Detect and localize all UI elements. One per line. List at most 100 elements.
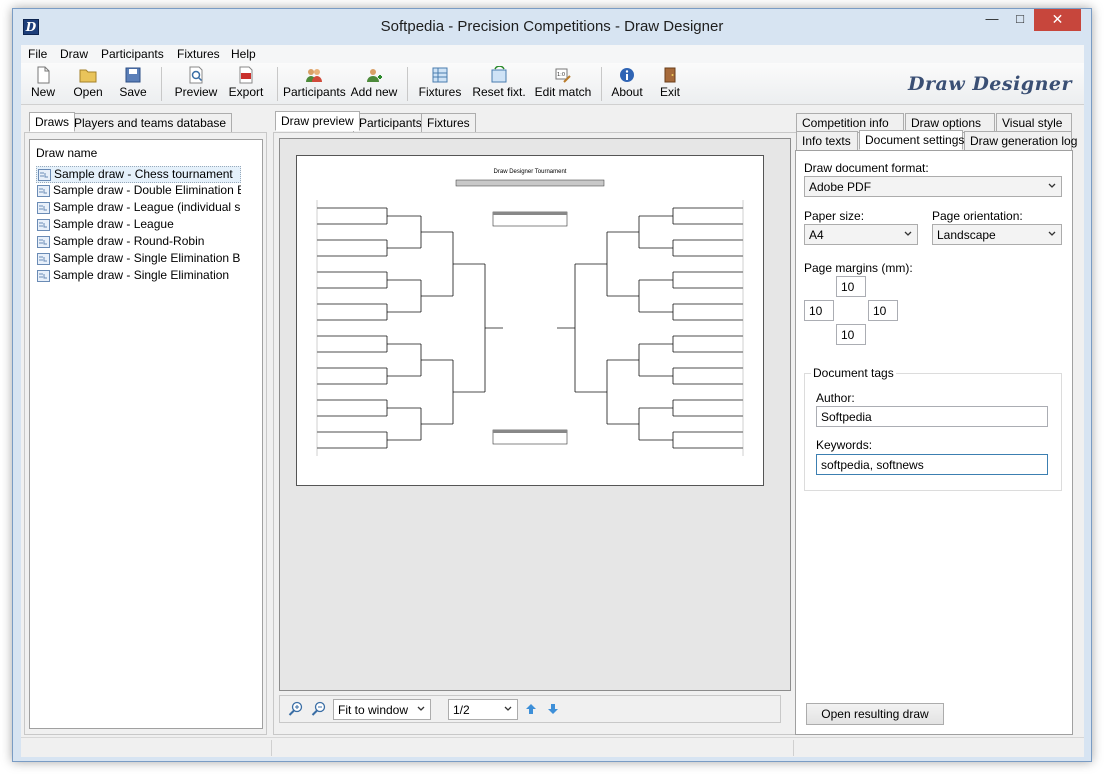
list-item[interactable]: Sample draw - Chess tournament (36, 166, 241, 183)
new-button[interactable]: New (25, 66, 61, 104)
menu-file[interactable]: File (28, 47, 47, 61)
paper-size-select[interactable]: A4 (804, 224, 918, 245)
save-label: Save (119, 85, 147, 99)
list-item[interactable]: Sample draw - Single Elimination (36, 268, 241, 285)
page-value: 1/2 (453, 703, 470, 717)
exit-button[interactable]: Exit (653, 66, 687, 104)
menu-fixtures[interactable]: Fixtures (177, 47, 220, 61)
fixtures-button[interactable]: Fixtures (417, 66, 463, 104)
list-item-label: Sample draw - League (individual sp... (53, 200, 241, 214)
close-button[interactable]: ✕ (1034, 9, 1081, 31)
zoom-select[interactable]: Fit to window (333, 699, 431, 720)
draw-document-icon (37, 253, 50, 265)
zoom-out-icon[interactable] (311, 701, 327, 717)
tab-draw-preview[interactable]: Draw preview (275, 111, 360, 131)
menu-participants[interactable]: Participants (101, 47, 164, 61)
save-button[interactable]: Save (115, 66, 151, 104)
page-select[interactable]: 1/2 (448, 699, 518, 720)
tab-info-texts[interactable]: Info texts (796, 131, 858, 151)
draw-name-column-header[interactable]: Draw name (30, 140, 262, 164)
chevron-down-icon (417, 706, 425, 711)
author-label: Author: (816, 391, 855, 405)
zoom-value: Fit to window (338, 703, 409, 717)
reset-fixtures-button[interactable]: Reset fixt. (471, 66, 527, 104)
margin-right-input[interactable]: 10 (868, 300, 898, 321)
draw-document-icon (37, 270, 50, 282)
draw-document-icon (37, 236, 50, 248)
menu-help[interactable]: Help (231, 47, 256, 61)
preview-button[interactable]: Preview (171, 66, 221, 104)
page-orientation-select[interactable]: Landscape (932, 224, 1062, 245)
chevron-down-icon (1048, 231, 1056, 236)
about-label: About (611, 85, 643, 99)
document-format-select[interactable]: Adobe PDF (804, 176, 1062, 197)
document-settings-panel: Draw document format: Adobe PDF Paper si… (795, 150, 1073, 735)
fixtures-label: Fixtures (418, 85, 462, 99)
draw-document-icon (37, 202, 50, 214)
author-input[interactable]: Softpedia (816, 406, 1048, 427)
margin-left-input[interactable]: 10 (804, 300, 834, 321)
previous-page-arrow-icon[interactable] (524, 702, 538, 716)
preview-box-stripe (493, 430, 567, 433)
document-page-preview: Draw Designer Tournament (296, 155, 764, 486)
edit-match-label: Edit match (534, 85, 592, 99)
open-label: Open (73, 85, 103, 99)
participants-button[interactable]: Participants (283, 66, 346, 104)
page-orientation-label: Page orientation: (932, 209, 1023, 223)
tab-draws[interactable]: Draws (29, 112, 76, 132)
chevron-down-icon (504, 706, 512, 711)
menu-draw[interactable]: Draw (60, 47, 88, 61)
exit-label: Exit (659, 85, 680, 99)
export-label: Export (228, 85, 264, 99)
tab-fixtures[interactable]: Fixtures (421, 113, 476, 133)
open-resulting-draw-button[interactable]: Open resulting draw (806, 703, 944, 725)
list-item[interactable]: Sample draw - League (36, 217, 241, 234)
list-item[interactable]: Sample draw - Double Elimination Blank (36, 183, 241, 200)
folder-open-icon (79, 69, 97, 83)
document-tags-title: Document tags (811, 366, 896, 380)
tab-visual-style[interactable]: Visual style (996, 113, 1072, 133)
minimize-button[interactable]: — (978, 9, 1006, 31)
list-item[interactable]: Sample draw - League (individual sp... (36, 200, 241, 217)
menu-bar: File Draw Participants Fixtures Help (21, 45, 1084, 63)
tab-draw-generation-log[interactable]: Draw generation log (964, 131, 1077, 151)
new-label: New (30, 85, 55, 99)
paper-size-value: A4 (809, 228, 824, 242)
exit-door-icon (664, 67, 676, 83)
edit-match-button[interactable]: 1:0 Edit match (533, 66, 593, 104)
export-button[interactable]: Export (223, 66, 269, 104)
chevron-down-icon (1048, 183, 1056, 188)
chevron-down-icon (904, 231, 912, 236)
reset-fixtures-label: Reset fixt. (472, 85, 526, 99)
open-button[interactable]: Open (69, 66, 107, 104)
margin-bottom-input[interactable]: 10 (836, 324, 866, 345)
preview-box-stripe (493, 212, 567, 215)
status-bar (21, 737, 1084, 757)
document-tags-group: Document tags Author: Softpedia Keywords… (804, 366, 1062, 491)
maximize-button[interactable]: □ (1006, 9, 1034, 31)
list-item-label: Sample draw - Round-Robin (53, 234, 205, 248)
status-cell (271, 740, 272, 756)
paper-size-label: Paper size: (804, 209, 865, 223)
new-document-icon (37, 66, 50, 84)
add-new-button[interactable]: Add new (349, 66, 399, 104)
list-item[interactable]: Sample draw - Single Elimination Blank (36, 251, 241, 268)
keywords-input[interactable]: softpedia, softnews (816, 454, 1048, 475)
zoom-in-icon[interactable] (288, 701, 304, 717)
participants-people-icon (306, 69, 322, 82)
about-button[interactable]: About (607, 66, 647, 104)
list-item-label: Sample draw - Chess tournament (54, 167, 233, 181)
list-item[interactable]: Sample draw - Round-Robin (36, 234, 241, 251)
toolbar-separator (277, 67, 278, 101)
app-window: D Softpedia - Precision Competitions - D… (12, 8, 1092, 762)
preview-header-bar (455, 179, 605, 187)
margin-top-input[interactable]: 10 (836, 276, 866, 297)
preview-magnifier-icon (189, 66, 203, 84)
next-page-arrow-icon[interactable] (546, 702, 560, 716)
page-margins-label: Page margins (mm): (804, 261, 913, 275)
format-value: Adobe PDF (809, 180, 872, 194)
tab-document-settings[interactable]: Document settings (859, 130, 964, 150)
tab-players-teams-database[interactable]: Players and teams database (68, 113, 233, 133)
format-label: Draw document format: (804, 161, 929, 175)
tab-participants[interactable]: Participants (353, 113, 428, 133)
